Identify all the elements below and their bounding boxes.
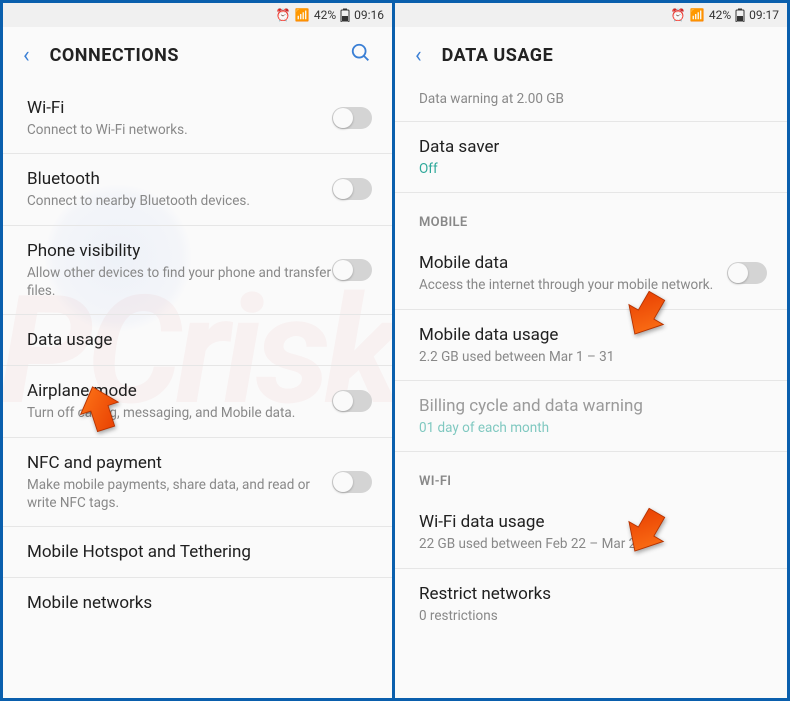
- phone-screen-connections: PCrisk ⏰ 📶 42% 09:16 ‹ CONNECTIONS Wi-Fi…: [3, 3, 395, 698]
- back-icon[interactable]: ‹: [407, 43, 430, 68]
- airplane-toggle[interactable]: [332, 390, 372, 412]
- header: ‹ CONNECTIONS: [3, 27, 392, 83]
- row-title: Restrict networks: [419, 583, 767, 605]
- row-billing-cycle[interactable]: Billing cycle and data warning 01 day of…: [395, 381, 787, 452]
- page-title: DATA USAGE: [442, 45, 775, 66]
- search-button[interactable]: [342, 42, 380, 68]
- row-nfc[interactable]: NFC and payment Make mobile payments, sh…: [3, 438, 392, 528]
- row-sub: Connect to Wi-Fi networks.: [27, 121, 332, 139]
- bluetooth-toggle[interactable]: [332, 178, 372, 200]
- row-sub: 0 restrictions: [419, 607, 767, 625]
- row-mobile-data[interactable]: Mobile data Access the internet through …: [395, 238, 787, 309]
- alarm-icon: ⏰: [671, 8, 686, 22]
- signal-icon: 📶: [690, 8, 705, 22]
- row-restrict-networks[interactable]: Restrict networks 0 restrictions: [395, 569, 787, 639]
- row-title: Mobile data usage: [419, 324, 767, 346]
- section-wifi: WI-FI: [395, 452, 787, 497]
- row-sub: Access the internet through your mobile …: [419, 276, 727, 294]
- row-wifi[interactable]: Wi-Fi Connect to Wi-Fi networks.: [3, 83, 392, 154]
- battery-icon: [735, 8, 745, 22]
- row-title: Data saver: [419, 136, 767, 158]
- battery-percent: 42%: [709, 8, 731, 22]
- row-sub: Allow other devices to find your phone a…: [27, 264, 332, 300]
- row-mobile-networks[interactable]: Mobile networks: [3, 578, 392, 628]
- row-title: Airplane mode: [27, 380, 332, 402]
- row-phone-visibility[interactable]: Phone visibility Allow other devices to …: [3, 226, 392, 316]
- row-title: NFC and payment: [27, 452, 332, 474]
- row-bluetooth[interactable]: Bluetooth Connect to nearby Bluetooth de…: [3, 154, 392, 225]
- row-sub: 2.2 GB used between Mar 1 – 31: [419, 348, 767, 366]
- back-icon[interactable]: ‹: [15, 43, 38, 68]
- row-title: Data usage: [27, 329, 372, 351]
- row-hotspot[interactable]: Mobile Hotspot and Tethering: [3, 527, 392, 578]
- row-mobile-data-usage[interactable]: Mobile data usage 2.2 GB used between Ma…: [395, 310, 787, 381]
- row-sub: 01 day of each month: [419, 419, 767, 437]
- row-data-saver[interactable]: Data saver Off: [395, 122, 787, 193]
- header: ‹ DATA USAGE: [395, 27, 787, 83]
- row-data-usage[interactable]: Data usage: [3, 315, 392, 366]
- battery-percent: 42%: [314, 8, 336, 22]
- section-mobile: MOBILE: [395, 193, 787, 238]
- row-title: Mobile data: [419, 252, 727, 274]
- clock-time: 09:16: [354, 8, 384, 22]
- row-title: Phone visibility: [27, 240, 332, 262]
- row-title: Bluetooth: [27, 168, 332, 190]
- row-airplane[interactable]: Airplane mode Turn off calling, messagin…: [3, 366, 392, 437]
- mobile-data-toggle[interactable]: [727, 262, 767, 284]
- visibility-toggle[interactable]: [332, 259, 372, 281]
- row-title: Mobile Hotspot and Tethering: [27, 541, 372, 563]
- phone-screen-data-usage: ⏰ 📶 42% 09:17 ‹ DATA USAGE Data warning …: [395, 3, 787, 698]
- wifi-toggle[interactable]: [332, 107, 372, 129]
- battery-icon: [340, 8, 350, 22]
- status-bar: ⏰ 📶 42% 09:16: [3, 3, 392, 27]
- signal-icon: 📶: [295, 8, 310, 22]
- row-wifi-data-usage[interactable]: Wi-Fi data usage 22 GB used between Feb …: [395, 497, 787, 568]
- data-warning-note: Data warning at 2.00 GB: [395, 83, 787, 122]
- settings-list: Data saver Off MOBILE Mobile data Access…: [395, 122, 787, 639]
- row-sub: Turn off calling, messaging, and Mobile …: [27, 404, 332, 422]
- page-title: CONNECTIONS: [50, 45, 342, 66]
- row-sub: Connect to nearby Bluetooth devices.: [27, 192, 332, 210]
- clock-time: 09:17: [749, 8, 779, 22]
- row-sub: Make mobile payments, share data, and re…: [27, 476, 332, 512]
- status-bar: ⏰ 📶 42% 09:17: [395, 3, 787, 27]
- nfc-toggle[interactable]: [332, 471, 372, 493]
- alarm-icon: ⏰: [276, 8, 291, 22]
- settings-list: Wi-Fi Connect to Wi-Fi networks. Bluetoo…: [3, 83, 392, 628]
- row-title: Mobile networks: [27, 592, 372, 614]
- row-title: Billing cycle and data warning: [419, 395, 767, 417]
- row-sub: 22 GB used between Feb 22 – Mar 21: [419, 535, 767, 553]
- row-title: Wi-Fi: [27, 97, 332, 119]
- row-title: Wi-Fi data usage: [419, 511, 767, 533]
- row-sub: Off: [419, 160, 767, 178]
